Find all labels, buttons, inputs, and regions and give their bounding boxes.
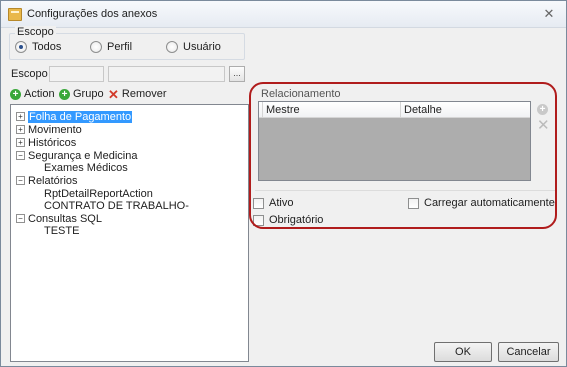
ok-button[interactable]: OK — [434, 342, 492, 362]
radio-todos-dot[interactable] — [15, 41, 27, 53]
scope-name-field[interactable] — [108, 66, 225, 82]
radio-todos-label: Todos — [32, 41, 62, 53]
add-group-label: Grupo — [73, 88, 104, 100]
scope-row-label: Escopo — [11, 68, 48, 80]
add-action-label: Action — [24, 88, 55, 100]
tree-item-relatorios[interactable]: − Relatórios — [16, 174, 78, 187]
required-checkbox-label: Obrigatório — [269, 214, 324, 226]
radio-perfil[interactable]: Perfil — [90, 41, 132, 53]
title-bar: Configurações dos anexos ✕ — [1, 1, 566, 28]
collapse-icon[interactable]: − — [16, 214, 25, 223]
tree-item-label: Segurança e Medicina — [28, 149, 138, 162]
folder-icon — [8, 8, 22, 21]
tree-item-label: Consultas SQL — [28, 212, 102, 225]
cancel-button[interactable]: Cancelar — [498, 342, 559, 362]
relationship-grid[interactable]: Mestre Detalhe — [258, 101, 531, 181]
column-detalhe[interactable]: Detalhe — [404, 104, 442, 116]
active-checkbox[interactable]: Ativo — [253, 197, 293, 209]
radio-todos[interactable]: Todos — [15, 41, 61, 53]
active-checkbox-box[interactable] — [253, 197, 264, 209]
grid-header: Mestre Detalhe — [259, 102, 530, 118]
remove-icon: ✕ — [108, 86, 119, 102]
autoload-checkbox-box[interactable] — [408, 197, 419, 209]
required-checkbox-box[interactable] — [253, 214, 264, 226]
expand-icon[interactable]: + — [16, 138, 25, 147]
expand-icon[interactable]: + — [16, 125, 25, 134]
dialog-window: Configurações dos anexos ✕ Escopo Todos … — [0, 0, 567, 367]
column-mestre[interactable]: Mestre — [266, 104, 300, 116]
relationship-title: Relacionamento — [261, 88, 341, 100]
divider — [255, 190, 555, 191]
tree-item-label: TESTE — [44, 224, 80, 237]
scope-browse-button[interactable]: ... — [229, 66, 245, 82]
collapse-icon[interactable]: − — [16, 176, 25, 185]
autoload-checkbox[interactable]: Carregar automaticamente — [408, 197, 555, 209]
close-button[interactable]: ✕ — [541, 7, 557, 21]
tree-item-exames[interactable]: Exames Médicos — [44, 161, 128, 174]
delete-relationship-icon[interactable]: ✕ — [537, 118, 550, 133]
remove-button[interactable]: ✕ Remover — [108, 86, 167, 102]
collapse-icon[interactable]: − — [16, 151, 25, 160]
radio-perfil-label: Perfil — [107, 41, 133, 53]
expand-icon[interactable]: + — [16, 112, 25, 121]
add-icon: + — [10, 88, 21, 100]
tree-item-folha[interactable]: + Folha de Pagamento — [16, 110, 133, 123]
tree-item-label: Folha de Pagamento — [28, 110, 133, 123]
radio-perfil-dot[interactable] — [90, 41, 102, 53]
autoload-checkbox-label: Carregar automaticamente — [424, 197, 555, 209]
radio-usuario-dot[interactable] — [166, 41, 178, 53]
tree-item-label: RptDetailReportAction — [44, 187, 153, 200]
tree-item-movimento[interactable]: + Movimento — [16, 123, 82, 136]
required-checkbox[interactable]: Obrigatório — [253, 214, 323, 226]
add-icon: + — [59, 88, 70, 100]
tree-item-label: Movimento — [28, 123, 82, 136]
tree-item-label: Relatórios — [28, 174, 78, 187]
tree-item-contrato[interactable]: CONTRATO DE TRABALHO- — [44, 199, 189, 212]
remove-label: Remover — [121, 88, 167, 100]
column-separator — [400, 102, 401, 118]
scope-code-field[interactable] — [49, 66, 104, 82]
active-checkbox-label: Ativo — [269, 197, 294, 209]
scope-group-label: Escopo — [15, 26, 56, 38]
tree-item-historicos[interactable]: + Históricos — [16, 136, 76, 149]
tree-item-label: Históricos — [28, 136, 77, 149]
grid-corner — [259, 102, 263, 118]
action-tree[interactable]: + Folha de Pagamento + Movimento + Histó… — [10, 104, 249, 362]
radio-usuario-label: Usuário — [183, 41, 221, 53]
tree-item-label: Exames Médicos — [44, 161, 128, 174]
add-relationship-icon[interactable]: + — [537, 104, 548, 115]
add-action-button[interactable]: + Action — [10, 88, 55, 100]
tree-item-label: CONTRATO DE TRABALHO- — [44, 199, 189, 212]
radio-usuario[interactable]: Usuário — [166, 41, 221, 53]
tree-item-teste[interactable]: TESTE — [44, 224, 79, 237]
add-group-button[interactable]: + Grupo — [59, 88, 104, 100]
window-title: Configurações dos anexos — [27, 8, 158, 20]
